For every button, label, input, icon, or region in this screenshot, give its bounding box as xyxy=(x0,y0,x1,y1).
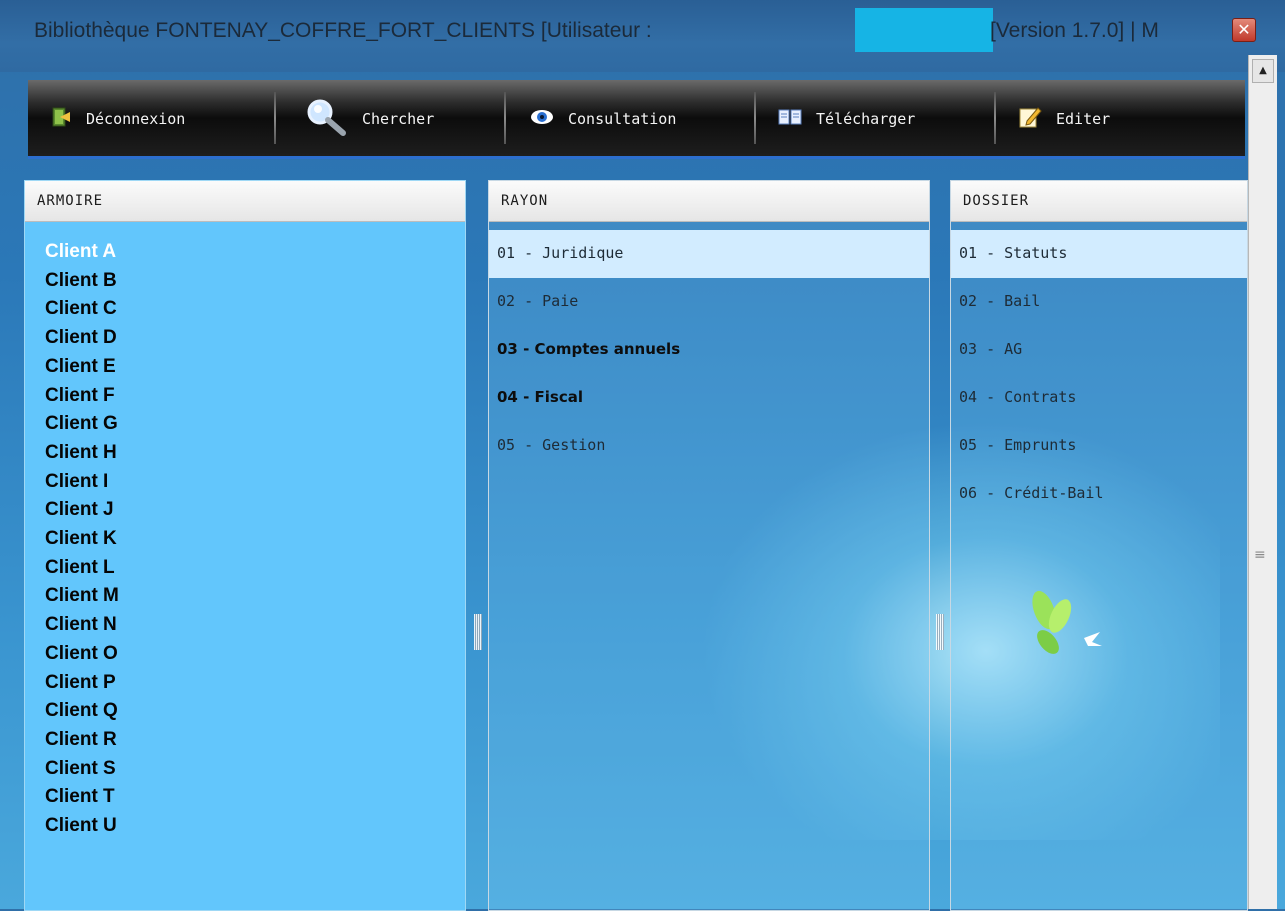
edit-pencil-icon xyxy=(1018,105,1042,133)
consultation-label: Consultation xyxy=(568,110,677,128)
dossier-item-credit-bail[interactable]: 06 - Crédit-Bail xyxy=(951,470,1247,518)
dossier-item-ag[interactable]: 03 - AG xyxy=(951,326,1247,374)
dossier-item-emprunts[interactable]: 05 - Emprunts xyxy=(951,422,1247,470)
armoire-panel: ARMOIRE Client A Client B Client C Clien… xyxy=(24,180,466,911)
client-item[interactable]: Client K xyxy=(45,525,465,554)
client-list: Client A Client B Client C Client D Clie… xyxy=(25,222,465,841)
dossier-item-statuts[interactable]: 01 - Statuts xyxy=(951,230,1247,278)
wallpaper-leaf-icon xyxy=(1022,580,1112,674)
client-item[interactable]: Client J xyxy=(45,496,465,525)
scroll-up-arrow-icon[interactable]: ▲ xyxy=(1252,59,1274,83)
rayon-item-fiscal[interactable]: 04 - Fiscal xyxy=(489,374,929,422)
eye-icon xyxy=(530,107,554,131)
rayon-item-paie[interactable]: 02 - Paie xyxy=(489,278,929,326)
client-item[interactable]: Client H xyxy=(45,439,465,468)
armoire-rayon-splitter[interactable] xyxy=(474,614,482,650)
download-label: Télécharger xyxy=(816,110,916,128)
edit-button[interactable]: Editer xyxy=(1018,98,1110,140)
client-item[interactable]: Client A xyxy=(45,238,465,267)
rayon-item-gestion[interactable]: 05 - Gestion xyxy=(489,422,929,470)
scroll-grip-icon[interactable]: ≡ xyxy=(1254,547,1266,563)
window-title-bar: Bibliothèque FONTENAY_COFFRE_FORT_CLIENT… xyxy=(0,0,1285,72)
dossier-list: 01 - Statuts 02 - Bail 03 - AG 04 - Cont… xyxy=(951,222,1247,518)
armoire-header: ARMOIRE xyxy=(25,181,465,222)
search-button[interactable]: Chercher xyxy=(304,98,434,140)
client-item[interactable]: Client D xyxy=(45,324,465,353)
rayon-list: 01 - Juridique 02 - Paie 03 - Comptes an… xyxy=(489,222,929,470)
window-version: [Version 1.7.0] | M xyxy=(990,19,1159,42)
close-button[interactable]: ✕ xyxy=(1232,18,1256,42)
dossier-header: DOSSIER xyxy=(951,181,1247,222)
rayon-header: RAYON xyxy=(489,181,929,222)
client-item[interactable]: Client B xyxy=(45,267,465,296)
client-item[interactable]: Client I xyxy=(45,468,465,497)
client-item[interactable]: Client U xyxy=(45,812,465,841)
client-item[interactable]: Client C xyxy=(45,295,465,324)
logout-door-icon xyxy=(50,106,72,132)
edit-label: Editer xyxy=(1056,110,1111,128)
search-label: Chercher xyxy=(362,110,435,128)
download-button[interactable]: Télécharger xyxy=(778,98,915,140)
logout-button[interactable]: Déconnexion xyxy=(50,98,185,140)
client-item[interactable]: Client R xyxy=(45,726,465,755)
client-item[interactable]: Client O xyxy=(45,640,465,669)
logout-label: Déconnexion xyxy=(86,110,186,128)
toolbar-separator xyxy=(994,92,996,144)
window-scrollbar[interactable]: ▲ ≡ xyxy=(1248,55,1277,909)
rayon-dossier-splitter[interactable] xyxy=(936,614,944,650)
username-redaction xyxy=(855,8,993,52)
client-item[interactable]: Client Q xyxy=(45,697,465,726)
client-item[interactable]: Client S xyxy=(45,755,465,784)
dossier-panel: DOSSIER 01 - Statuts 02 - Bail 03 - AG 0… xyxy=(950,180,1248,911)
toolbar-separator xyxy=(504,92,506,144)
client-item[interactable]: Client E xyxy=(45,353,465,382)
window-title: Bibliothèque FONTENAY_COFFRE_FORT_CLIENT… xyxy=(34,19,652,42)
rayon-item-comptes-annuels[interactable]: 03 - Comptes annuels xyxy=(489,326,929,374)
dossier-item-contrats[interactable]: 04 - Contrats xyxy=(951,374,1247,422)
client-item[interactable]: Client G xyxy=(45,410,465,439)
rayon-panel: RAYON 01 - Juridique 02 - Paie 03 - Comp… xyxy=(488,180,930,911)
consultation-button[interactable]: Consultation xyxy=(530,98,676,140)
client-item[interactable]: Client L xyxy=(45,554,465,583)
toolbar-separator xyxy=(274,92,276,144)
main-toolbar: Déconnexion Chercher Consultation Téléch… xyxy=(28,80,1245,159)
open-book-icon xyxy=(778,107,802,131)
client-item[interactable]: Client M xyxy=(45,582,465,611)
client-item[interactable]: Client F xyxy=(45,382,465,411)
toolbar-separator xyxy=(754,92,756,144)
client-item[interactable]: Client T xyxy=(45,783,465,812)
magnifier-icon xyxy=(304,97,348,141)
client-item[interactable]: Client P xyxy=(45,669,465,698)
client-item[interactable]: Client N xyxy=(45,611,465,640)
rayon-item-juridique[interactable]: 01 - Juridique xyxy=(489,230,929,278)
dossier-item-bail[interactable]: 02 - Bail xyxy=(951,278,1247,326)
